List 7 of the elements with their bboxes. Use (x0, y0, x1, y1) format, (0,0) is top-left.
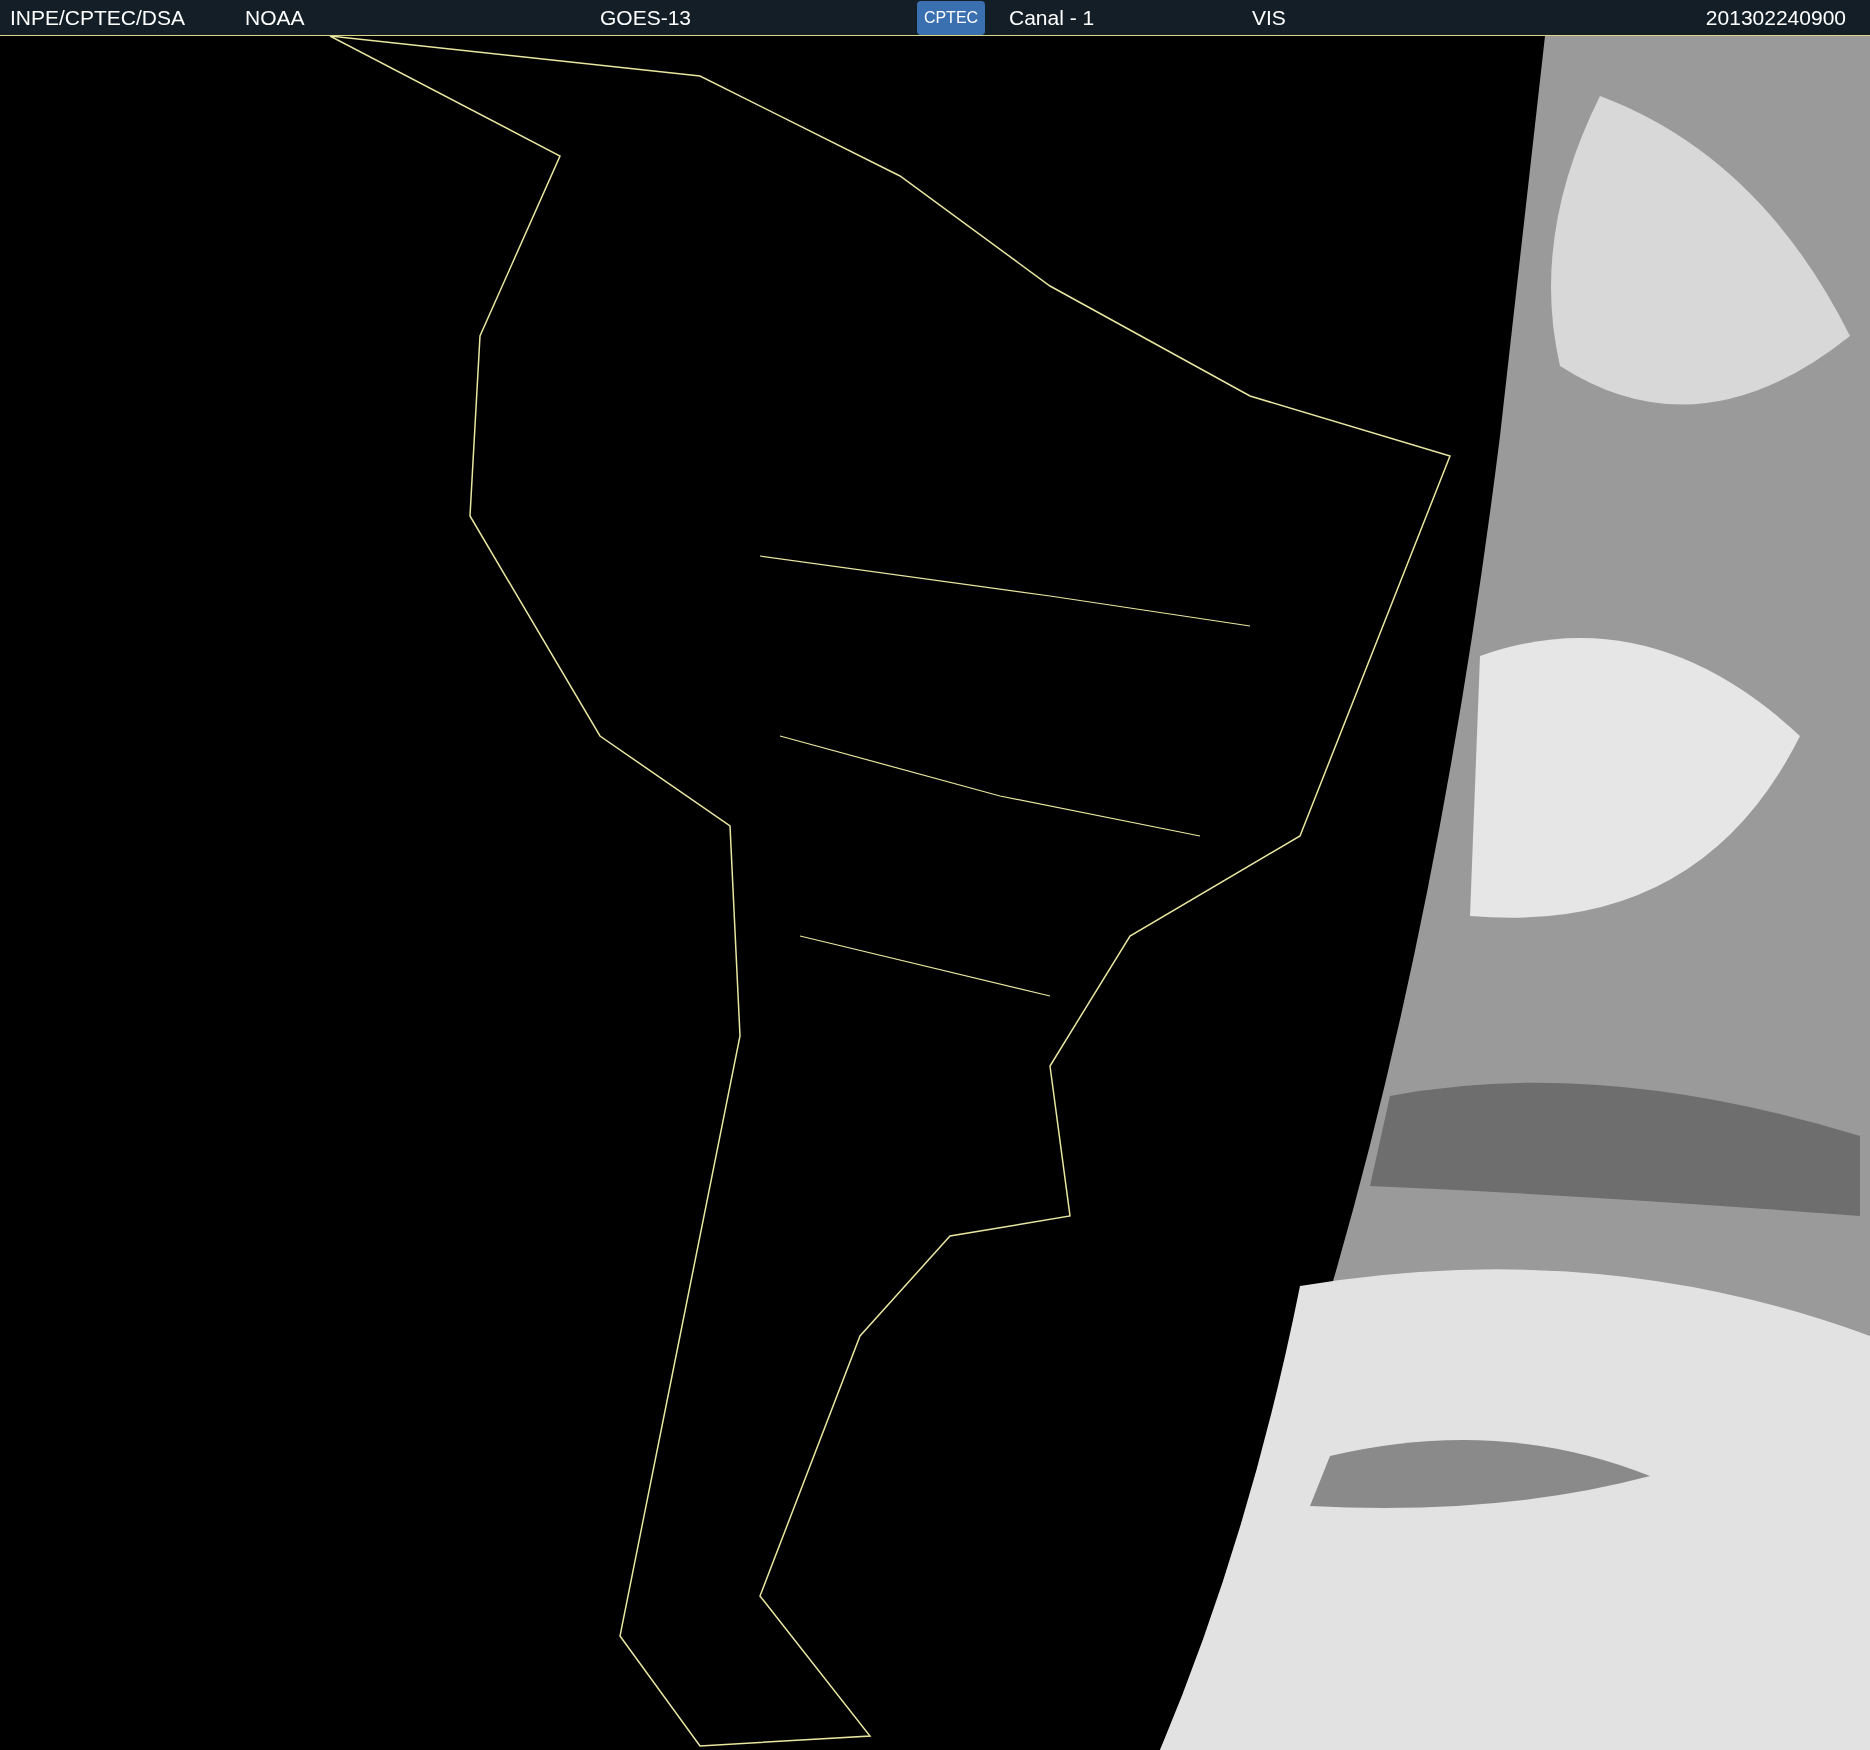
logo: CPTEC (917, 0, 985, 35)
agency-label: NOAA (245, 5, 306, 30)
channel-label: Canal - 1 (1009, 5, 1096, 30)
source-label: INPE/CPTEC/DSA (10, 5, 187, 30)
satellite-label: GOES-13 (600, 5, 693, 30)
band-label: VIS (1252, 5, 1287, 30)
timestamp-label: 201302240900 (1705, 5, 1846, 30)
